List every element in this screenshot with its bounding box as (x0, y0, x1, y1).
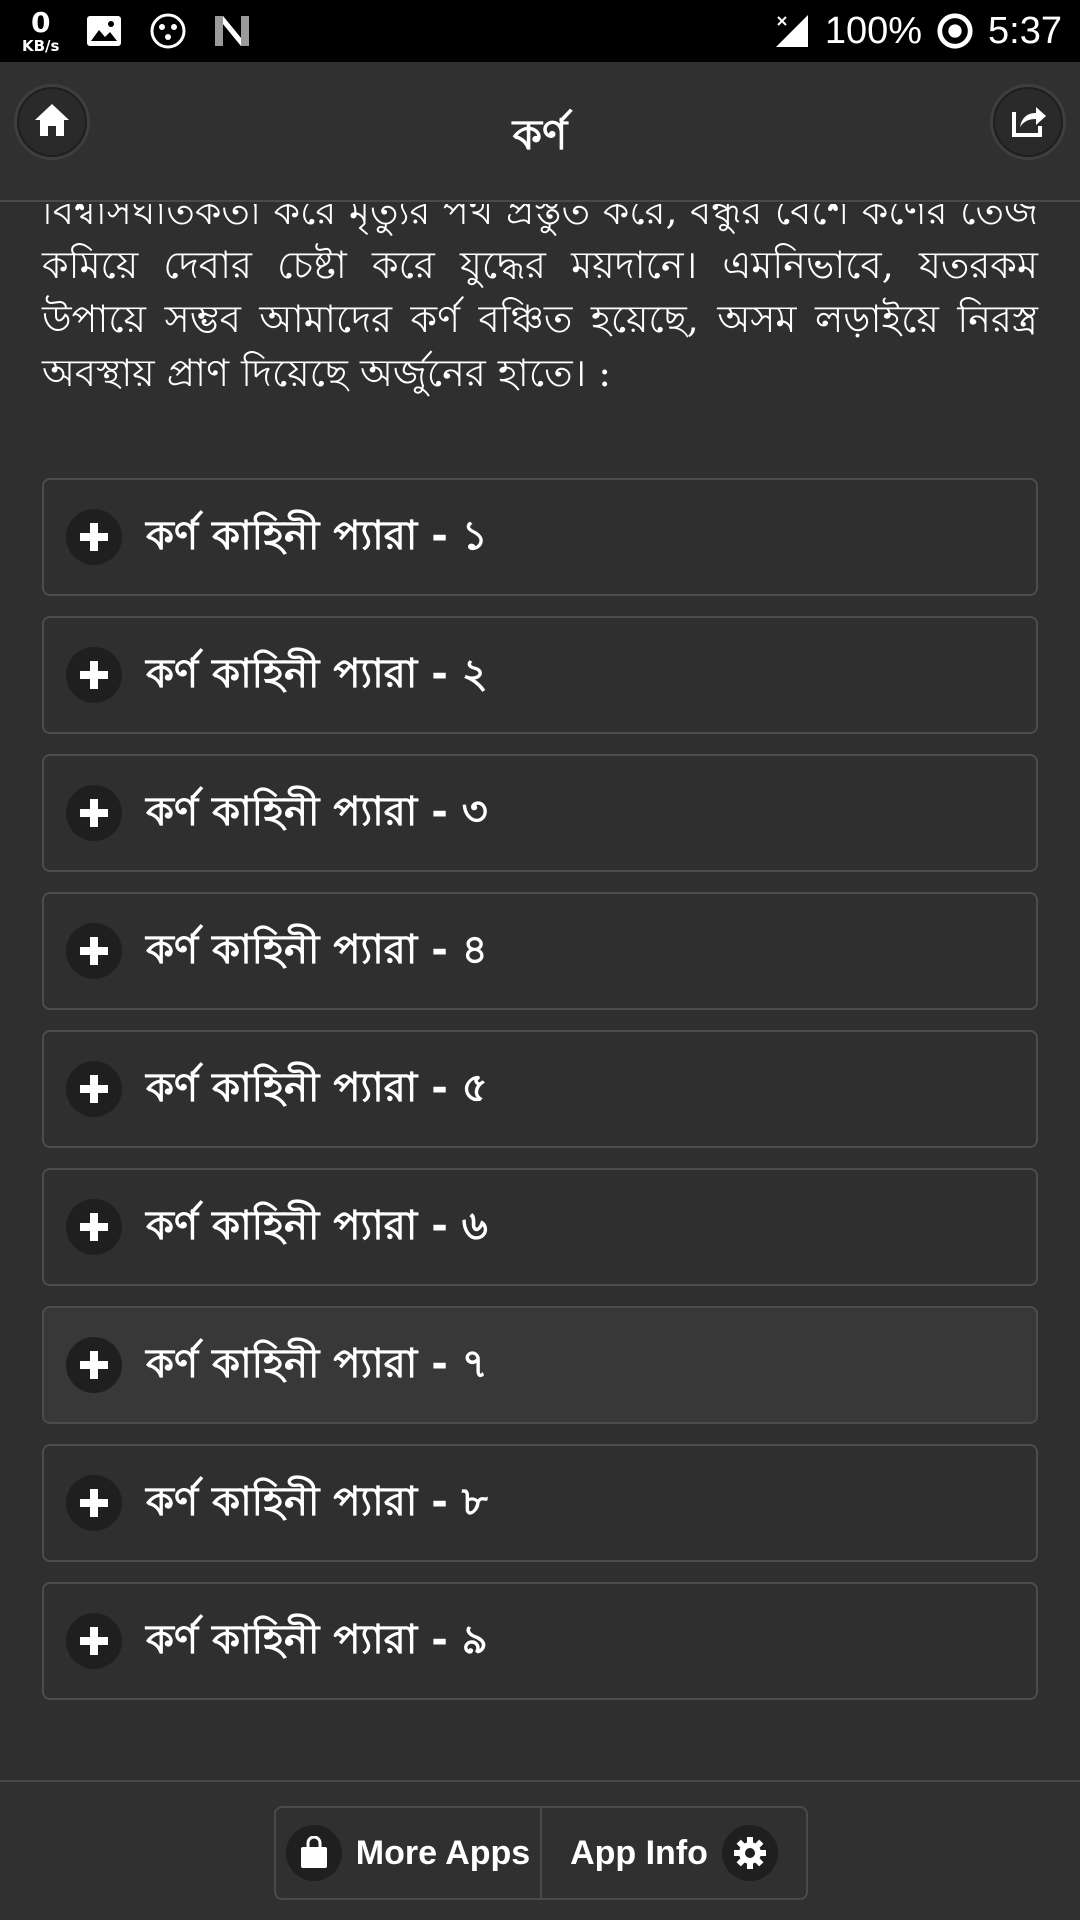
list-item[interactable]: কর্ণ কাহিনী প্যারা - ৯ (42, 1582, 1038, 1700)
list-item[interactable]: কর্ণ কাহিনী প্যারা - ৩ (42, 754, 1038, 872)
list-item-label: কর্ণ কাহিনী প্যারা - ২ (146, 650, 488, 697)
paragraph-list: কর্ণ কাহিনী প্যারা - ১ কর্ণ কাহিনী প্যার… (42, 478, 1038, 1720)
plus-icon (66, 1337, 122, 1393)
status-bar: 0 KB/s 100% 5:37 (0, 0, 1080, 62)
plus-icon (66, 1061, 122, 1117)
n-logo-icon (213, 12, 251, 50)
list-item[interactable]: কর্ণ কাহিনী প্যারা - ২ (42, 616, 1038, 734)
plus-icon (66, 785, 122, 841)
list-item[interactable]: কর্ণ কাহিনী প্যারা - ৫ (42, 1030, 1038, 1148)
list-item-label: কর্ণ কাহিনী প্যারা - ৭ (146, 1340, 488, 1387)
app-info-label: App Info (570, 1833, 708, 1872)
intro-paragraph: বিশ্বাসঘাতকতা করে মৃত্যুর পথ প্রস্তুত কর… (42, 204, 1038, 395)
signal-icon (773, 12, 811, 50)
list-item-label: কর্ণ কাহিনী প্যারা - ৪ (146, 926, 488, 973)
footer-bar: More Apps App Info (0, 1780, 1080, 1920)
plus-icon (66, 1475, 122, 1531)
network-speed: 0 KB/s (22, 5, 60, 55)
battery-ring-icon (936, 12, 974, 50)
content-area[interactable]: বিশ্বাসঘাতকতা করে মৃত্যুর পথ প্রস্তুত কর… (0, 204, 1080, 1780)
more-apps-label: More Apps (355, 1833, 531, 1872)
app-header: কর্ণ (0, 62, 1080, 202)
more-apps-button[interactable]: More Apps (276, 1808, 540, 1898)
list-item-label: কর্ণ কাহিনী প্যারা - ১ (146, 512, 488, 559)
gallery-icon (85, 12, 123, 50)
network-speed-value: 0 (30, 5, 51, 39)
list-item[interactable]: কর্ণ কাহিনী প্যারা - ৮ (42, 1444, 1038, 1562)
gear-icon (721, 1825, 778, 1881)
app-info-button[interactable]: App Info (540, 1808, 806, 1898)
list-item-label: কর্ণ কাহিনী প্যারা - ৮ (146, 1478, 488, 1525)
list-item[interactable]: কর্ণ কাহিনী প্যারা - ৬ (42, 1168, 1038, 1286)
page-title: কর্ণ (512, 110, 568, 159)
battery-percent: 100% (824, 9, 923, 52)
footer-button-group: More Apps App Info (274, 1806, 808, 1900)
list-item-label: কর্ণ কাহিনী প্যারা - ৬ (146, 1202, 488, 1249)
list-item-label: কর্ণ কাহিনী প্যারা - ৯ (146, 1616, 488, 1663)
list-item-label: কর্ণ কাহিনী প্যারা - ৫ (146, 1064, 488, 1111)
plus-icon (66, 509, 122, 565)
shopping-bag-icon (285, 1825, 342, 1881)
share-button[interactable] (990, 84, 1066, 160)
network-speed-unit: KB/s (22, 36, 60, 55)
list-item[interactable]: কর্ণ কাহিনী প্যারা - ৪ (42, 892, 1038, 1010)
status-left: 0 KB/s (22, 5, 251, 55)
plus-icon (66, 1613, 122, 1669)
share-icon (1008, 100, 1048, 144)
list-item-label: কর্ণ কাহিনী প্যারা - ৩ (146, 788, 488, 835)
list-item[interactable]: কর্ণ কাহিনী প্যারা - ১ (42, 478, 1038, 596)
plus-icon (66, 647, 122, 703)
status-right: 100% 5:37 (773, 10, 1062, 53)
clock: 5:37 (988, 9, 1062, 52)
plus-icon (66, 1199, 122, 1255)
plus-icon (66, 923, 122, 979)
dots-app-icon (149, 12, 187, 50)
list-item[interactable]: কর্ণ কাহিনী প্যারা - ৭ (42, 1306, 1038, 1424)
